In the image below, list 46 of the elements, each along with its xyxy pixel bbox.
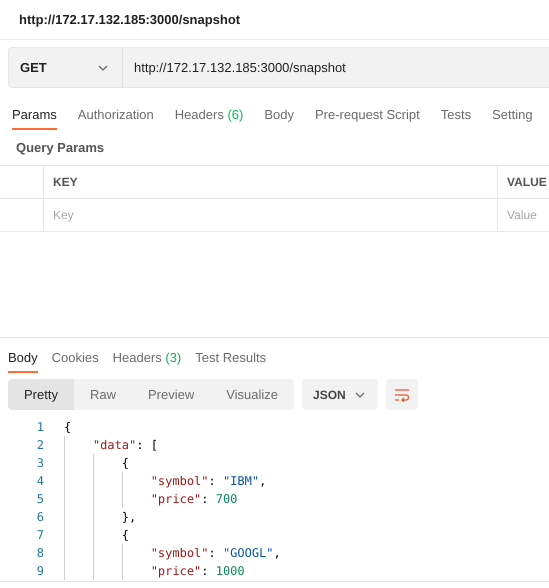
input-field[interactable]: Key xyxy=(44,199,497,231)
line-number: 6 xyxy=(36,509,45,526)
tab[interactable]: Body xyxy=(8,346,38,373)
view-mode-tab[interactable]: Preview xyxy=(132,379,210,410)
line-number: 2 xyxy=(36,437,45,454)
line-number: 3 xyxy=(36,455,45,472)
tab[interactable]: Tests xyxy=(440,103,472,130)
wrap-button[interactable] xyxy=(386,379,418,410)
chevron-icon xyxy=(98,64,108,70)
line-number: 8 xyxy=(36,545,45,562)
input-field[interactable]: Value xyxy=(498,199,549,231)
view-mode-tab[interactable]: Visualize xyxy=(210,379,294,410)
column-header: VALUE xyxy=(507,175,547,189)
url-field[interactable]: http://172.17.132.185:3000/snapshot xyxy=(123,47,549,88)
code-line: }, xyxy=(64,508,136,526)
tab[interactable]: Body xyxy=(264,103,294,130)
section-title: Query Params xyxy=(15,139,106,157)
chevron-icon xyxy=(355,392,366,398)
tab[interactable]: Cookies xyxy=(52,346,99,373)
line-number: 7 xyxy=(36,527,45,544)
line-number: 9 xyxy=(36,563,45,580)
tab[interactable]: Test Results xyxy=(195,346,266,373)
request-title: http://172.17.132.185:3000/snapshot xyxy=(19,12,240,27)
tab[interactable]: Params xyxy=(12,103,57,130)
code-line: "price": 700 xyxy=(64,490,238,508)
view-mode-tab[interactable]: Pretty xyxy=(8,379,74,410)
code-line: { xyxy=(64,454,130,472)
wrap-icon xyxy=(394,388,410,402)
line-number: 1 xyxy=(36,419,45,436)
code-line: "symbol": "IBM", xyxy=(64,472,266,490)
code-line: "data": [ xyxy=(64,436,158,454)
view-mode-tab[interactable]: Raw xyxy=(74,379,132,410)
code-line: "symbol": "GOOGL", xyxy=(64,544,281,562)
line-number: 4 xyxy=(36,473,45,490)
column-header: KEY xyxy=(53,175,78,189)
code-line: { xyxy=(64,526,130,544)
tab[interactable]: Setting xyxy=(492,103,533,130)
format-dropdown[interactable]: JSON xyxy=(302,379,378,410)
tab[interactable]: Headers (6) xyxy=(174,103,244,130)
tab[interactable]: Authorization xyxy=(78,103,154,130)
tab[interactable]: Pre-request Script xyxy=(314,103,420,130)
method-dropdown[interactable]: GET xyxy=(8,47,123,88)
line-number: 5 xyxy=(36,491,45,508)
code-line: "price": 1000 xyxy=(64,562,245,580)
tab[interactable]: Headers (3) xyxy=(112,346,182,373)
code-line: { xyxy=(64,419,72,436)
